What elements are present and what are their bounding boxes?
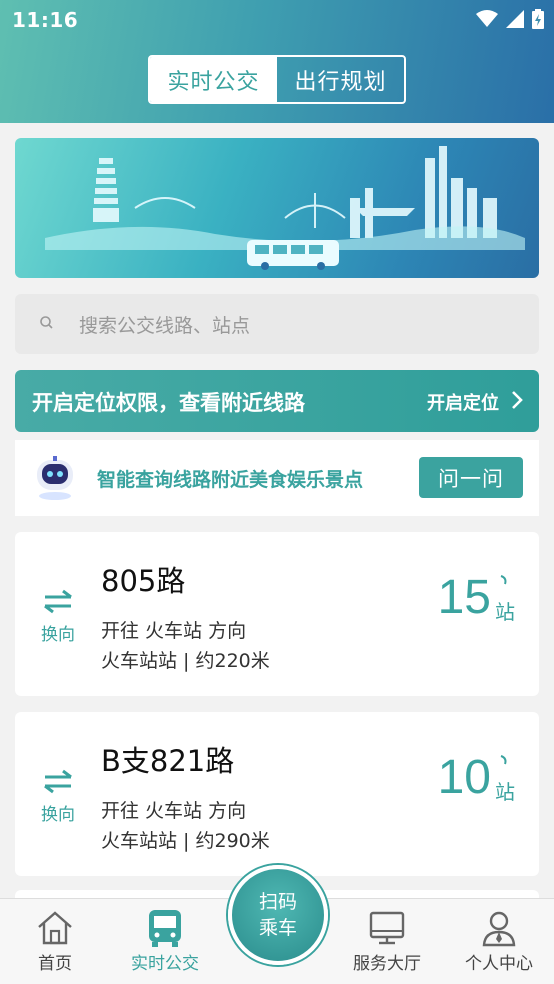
tab-realtime-bus-label: 实时公交: [131, 954, 199, 974]
realtime-signal-icon: [500, 755, 507, 765]
enable-location-button[interactable]: 开启定位: [427, 389, 499, 415]
swap-label: 换向: [41, 805, 75, 825]
swap-direction-button[interactable]: 换向: [37, 588, 79, 645]
route-name: 805路: [101, 564, 186, 598]
route-card[interactable]: 换向 B支821路 开往 火车站 方向 火车站站 | 约290米 10 站: [15, 712, 539, 876]
swap-label: 换向: [41, 625, 75, 645]
city-banner[interactable]: [15, 138, 539, 278]
search-placeholder: 搜索公交线路、站点: [79, 315, 251, 337]
tab-realtime-bus[interactable]: 实时公交: [150, 57, 277, 102]
stops-away-count: 15: [437, 571, 491, 624]
route-direction: 开往 火车站 方向: [101, 620, 247, 642]
status-icons: [476, 9, 544, 29]
monitor-icon: [369, 911, 405, 945]
app-header: 11:16 实时公交 出行规划: [0, 0, 554, 123]
tab-service-hall-label: 服务大厅: [353, 954, 421, 974]
tab-profile-label: 个人中心: [465, 954, 533, 974]
tab-profile[interactable]: 个人中心: [444, 907, 554, 974]
ask-button[interactable]: 问一问: [419, 457, 523, 498]
nearby-stop: 火车站站 | 约220米: [101, 650, 270, 672]
bus-icon: [149, 910, 181, 947]
tab-home-label: 首页: [38, 954, 72, 974]
status-bar: 11:16: [0, 0, 554, 40]
nearby-stop: 火车站站 | 约290米: [101, 830, 270, 852]
wifi-icon: [476, 10, 498, 27]
user-icon: [482, 911, 516, 947]
chevron-right-icon: [512, 391, 523, 409]
scan-label-line2: 乘车: [258, 917, 297, 939]
battery-icon: [532, 9, 544, 29]
route-name: B支821路: [101, 744, 235, 778]
swap-arrows-icon: [44, 589, 72, 614]
ai-assistant-text: 智能查询线路附近美食娱乐景点: [97, 469, 364, 491]
realtime-signal-icon: [500, 575, 507, 585]
swap-arrows-icon: [44, 769, 72, 794]
search-input[interactable]: 搜索公交线路、站点: [15, 294, 539, 354]
ai-assistant-row: 智能查询线路附近美食娱乐景点 问一问: [15, 440, 539, 516]
tab-realtime-bus-nav[interactable]: 实时公交: [110, 907, 220, 974]
city-skyline-illustration: [45, 146, 525, 270]
home-icon: [38, 911, 72, 945]
mode-segmented-control: 实时公交 出行规划: [148, 55, 406, 104]
tab-trip-planning[interactable]: 出行规划: [277, 57, 404, 102]
location-message: 开启定位权限，查看附近线路: [32, 391, 305, 415]
stops-unit: 站: [495, 600, 515, 624]
stops-unit: 站: [495, 780, 515, 804]
swap-direction-button[interactable]: 换向: [37, 768, 79, 825]
route-direction: 开往 火车站 方向: [101, 800, 247, 822]
signal-icon: [506, 10, 524, 28]
tab-service-hall[interactable]: 服务大厅: [332, 907, 442, 974]
tab-home[interactable]: 首页: [0, 907, 110, 974]
status-time: 11:16: [12, 8, 79, 32]
scan-label-line1: 扫码: [258, 891, 297, 913]
location-permission-bar[interactable]: 开启定位权限，查看附近线路 开启定位: [15, 370, 539, 432]
robot-icon: [37, 456, 73, 500]
route-card[interactable]: 换向 805路 开往 火车站 方向 火车站站 | 约220米 15 站: [15, 532, 539, 696]
scan-to-ride-button[interactable]: 扫码 乘车: [228, 865, 328, 965]
search-icon: [40, 316, 53, 329]
stops-away-count: 10: [437, 751, 491, 804]
